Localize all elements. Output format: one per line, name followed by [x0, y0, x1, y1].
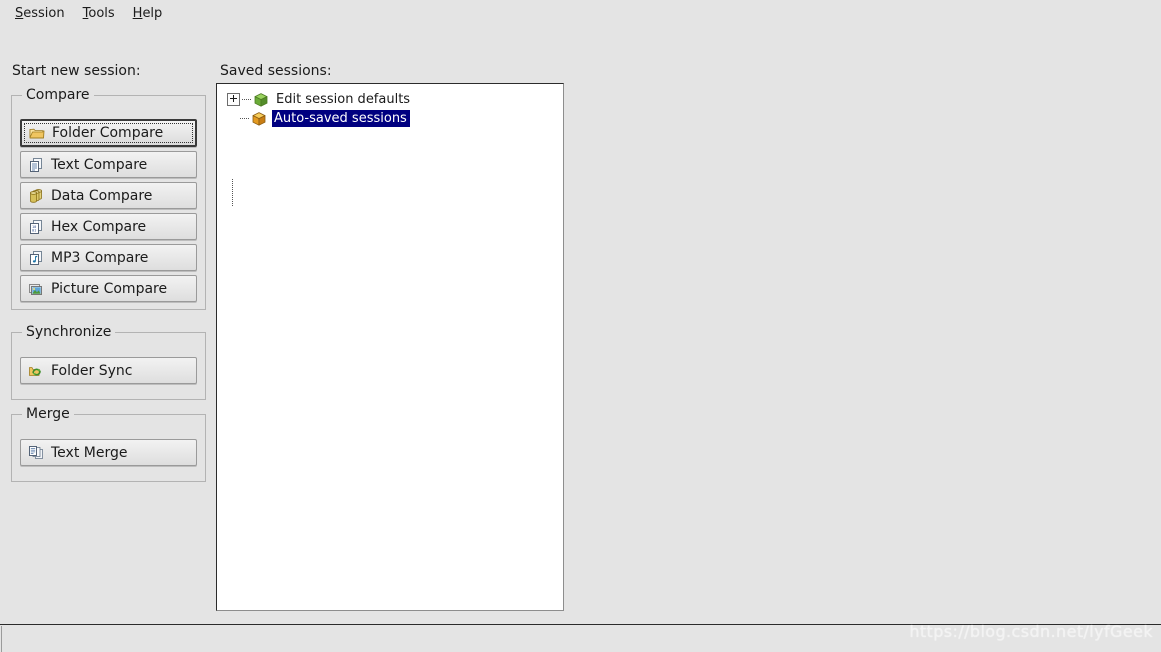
start-new-session-label: Start new session:	[12, 63, 141, 79]
menu-item-tools[interactable]: Tools	[74, 3, 124, 24]
data-compare-label: Data Compare	[51, 187, 153, 204]
text-merge-label: Text Merge	[51, 444, 128, 461]
saved-sessions-tree[interactable]: Edit session defaults Auto-saved session…	[216, 83, 564, 611]
folder-icon	[29, 125, 45, 141]
tree-item-auto-saved-sessions[interactable]: Auto-saved sessions	[217, 109, 563, 128]
menu-item-session[interactable]: Session	[6, 3, 74, 24]
menu-help-rest: elp	[142, 6, 163, 21]
folder-sync-button[interactable]: Folder Sync	[20, 357, 197, 384]
compare-group-legend: Compare	[22, 87, 94, 103]
sync-arrows-icon	[28, 363, 44, 379]
synchronize-group-legend: Synchronize	[22, 324, 116, 340]
merge-group-legend: Merge	[22, 406, 74, 422]
menu-tools-rest: ools	[88, 6, 115, 21]
folder-compare-button[interactable]: Folder Compare	[20, 119, 197, 147]
saved-sessions-label: Saved sessions:	[220, 63, 332, 79]
tree-item-edit-session-defaults[interactable]: Edit session defaults	[217, 90, 563, 109]
tree-item-label: Auto-saved sessions	[272, 110, 410, 127]
orange-cube-icon	[251, 111, 267, 127]
expand-plus-icon[interactable]	[227, 93, 240, 106]
svg-text:01: 01	[32, 228, 36, 232]
text-compare-label: Text Compare	[51, 156, 148, 173]
picture-icon	[28, 281, 44, 297]
database-icon	[28, 188, 44, 204]
picture-compare-button[interactable]: Picture Compare	[20, 275, 197, 302]
picture-compare-label: Picture Compare	[51, 280, 168, 297]
music-document-icon	[28, 250, 44, 266]
tree-item-label: Edit session defaults	[276, 92, 411, 107]
status-bar	[0, 624, 1161, 652]
text-merge-button[interactable]: Text Merge	[20, 439, 197, 466]
menu-help-mnemonic: H	[132, 6, 143, 21]
menu-item-help[interactable]: Help	[124, 3, 172, 24]
merge-document-icon	[28, 445, 44, 461]
text-compare-button[interactable]: Text Compare	[20, 151, 197, 178]
menu-bar: Session Tools Help	[0, 0, 1161, 27]
hex-document-icon: 10 01	[28, 219, 44, 235]
green-cube-icon	[253, 92, 269, 108]
mp3-compare-button[interactable]: MP3 Compare	[20, 244, 197, 271]
data-compare-button[interactable]: Data Compare	[20, 182, 197, 209]
mp3-compare-label: MP3 Compare	[51, 249, 149, 266]
status-bar-text	[1, 626, 1161, 652]
tree-dash	[240, 117, 249, 120]
folder-sync-label: Folder Sync	[51, 362, 133, 379]
tree-connector-line	[232, 179, 234, 206]
tree-dash	[242, 98, 251, 101]
hex-compare-label: Hex Compare	[51, 218, 147, 235]
text-document-icon	[28, 157, 44, 173]
folder-compare-label: Folder Compare	[52, 125, 164, 141]
menu-session-rest: ession	[23, 6, 65, 21]
hex-compare-button[interactable]: 10 01 Hex Compare	[20, 213, 197, 240]
